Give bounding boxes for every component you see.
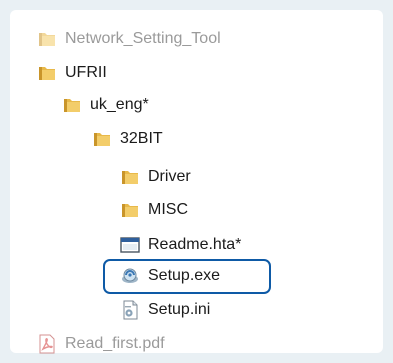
tree-item-label: Setup.ini (148, 301, 211, 318)
tree-item-readme-hta[interactable]: Readme.hta* (120, 234, 241, 256)
ini-settings-file-icon (120, 300, 140, 320)
folder-icon (120, 200, 140, 220)
tree-item-network-setting-tool[interactable]: Network_Setting_Tool (37, 28, 221, 50)
tree-item-label: UFRII (65, 64, 107, 81)
folder-icon (62, 95, 82, 115)
tree-item-label: Driver (148, 168, 191, 185)
tree-item-label: Network_Setting_Tool (65, 30, 221, 47)
tree-item-32bit[interactable]: 32BIT (92, 128, 163, 150)
tree-item-read-first-pdf[interactable]: Read_first.pdf (37, 333, 165, 355)
tree-item-label: 32BIT (120, 130, 163, 147)
tree-item-uk-eng[interactable]: uk_eng* (62, 94, 149, 116)
folder-icon (120, 167, 140, 187)
hta-file-icon (120, 235, 140, 255)
tree-item-setup-exe[interactable]: Setup.exe (120, 265, 220, 287)
tree-item-label: uk_eng* (90, 96, 149, 113)
folder-icon (37, 29, 57, 49)
tree-item-misc[interactable]: MISC (120, 199, 188, 221)
tree-item-label: MISC (148, 201, 188, 218)
tree-item-ufrii[interactable]: UFRII (37, 62, 107, 84)
tree-item-setup-ini[interactable]: Setup.ini (120, 299, 210, 321)
tree-item-label: Readme.hta* (148, 236, 242, 253)
tree-item-label: Read_first.pdf (65, 335, 165, 352)
tree-item-label: Setup.exe (148, 267, 221, 284)
setup-exe-icon (120, 266, 140, 286)
folder-icon (92, 129, 112, 149)
folder-icon (37, 63, 57, 83)
pdf-file-icon (37, 334, 57, 354)
tree-item-driver[interactable]: Driver (120, 166, 191, 188)
